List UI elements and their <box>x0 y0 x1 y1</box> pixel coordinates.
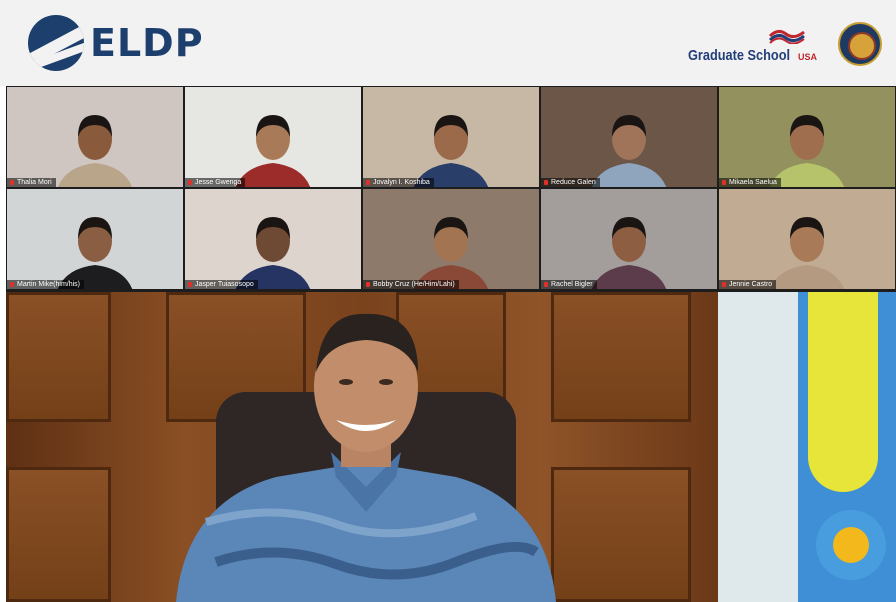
eldp-logo-text: ELDP <box>90 21 204 65</box>
participant-name-label: Bobby Cruz (He/Him/Lahi) <box>363 280 459 289</box>
participant-tile[interactable]: Bobby Cruz (He/Him/Lahi) <box>363 189 539 289</box>
globe-icon <box>28 15 84 71</box>
participant-grid: Thalia Mori Jesse Gwenga Jovalyn I. Koshib… <box>6 86 896 292</box>
participant-tile[interactable]: Rachel Bigler <box>541 189 717 289</box>
speaker-person <box>176 313 556 602</box>
participant-tile[interactable]: Reduce Galen <box>541 87 717 187</box>
participant-tile[interactable]: Jennie Castro <box>719 189 895 289</box>
participant-video <box>235 115 311 187</box>
participant-tile[interactable]: Martin Mike(him/his) <box>7 189 183 289</box>
participant-video <box>413 115 489 187</box>
participant-tile[interactable]: Jasper Tuiasosopo <box>185 189 361 289</box>
participant-name-label: Martin Mike(him/his) <box>7 280 85 289</box>
participant-video <box>57 115 133 187</box>
participant-video <box>57 217 133 289</box>
participant-video <box>591 115 667 187</box>
participant-name-label: Jovalyn I. Koshiba <box>363 178 434 187</box>
participant-video <box>591 217 667 289</box>
participant-name-label: Rachel Bigler <box>541 280 597 289</box>
wall-panel <box>6 467 111 602</box>
participant-video <box>413 217 489 289</box>
main-speaker-video <box>6 292 896 602</box>
participant-tile[interactable]: Mikaela Saelua <box>719 87 895 187</box>
participant-tile[interactable]: Jesse Gwenga <box>185 87 361 187</box>
participant-name-label: Mikaela Saelua <box>719 178 781 187</box>
participant-name-label: Jasper Tuiasosopo <box>185 280 258 289</box>
participant-video <box>769 217 845 289</box>
participant-name-label: Thalia Mori <box>7 178 56 187</box>
graduate-school-text: Graduate School <box>688 47 791 64</box>
participant-name-label: Reduce Galen <box>541 178 600 187</box>
eldp-logo: ELDP <box>28 14 204 72</box>
participant-tile[interactable]: Jovalyn I. Koshiba <box>363 87 539 187</box>
header-banner: ELDP Graduate School USA <box>0 0 896 86</box>
wall-panel <box>6 292 111 422</box>
participant-video <box>769 115 845 187</box>
participant-tile[interactable]: Thalia Mori <box>7 87 183 187</box>
graduate-school-logo: Graduate School USA <box>688 28 817 64</box>
government-seal-icon <box>838 22 882 66</box>
participant-name-label: Jennie Castro <box>719 280 777 289</box>
participant-name-label: Jesse Gwenga <box>185 178 246 187</box>
flag-stripe <box>808 292 878 492</box>
flag-icon <box>768 29 805 44</box>
record-button-icon[interactable] <box>816 510 886 580</box>
participant-video <box>235 217 311 289</box>
graduate-school-usa-text: USA <box>798 52 818 62</box>
